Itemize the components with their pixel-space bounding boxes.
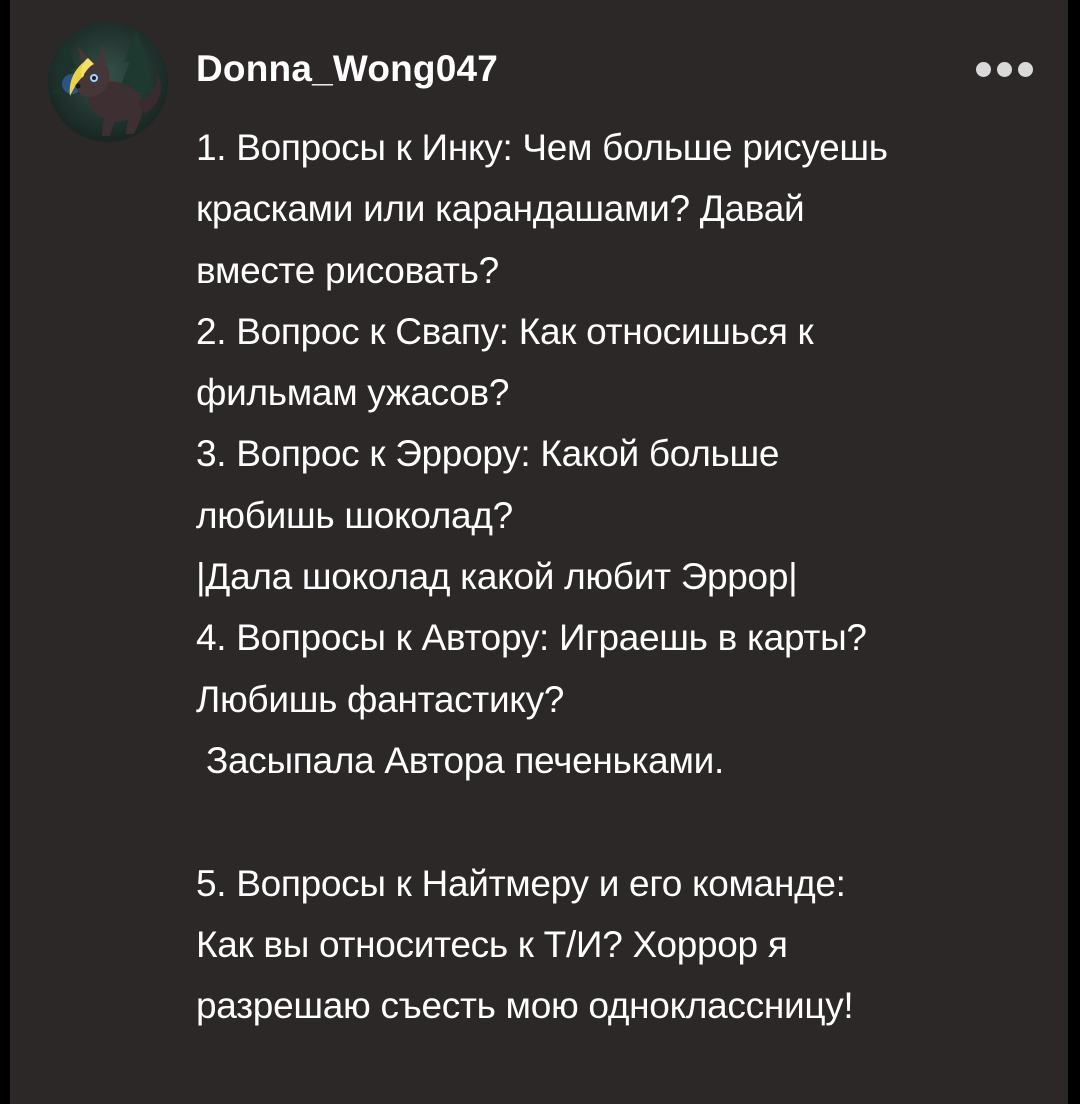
avatar[interactable]: [48, 22, 168, 142]
message-line: Как вы относитесь к Т/И? Хоррор я: [196, 923, 788, 965]
message-line: вместе рисовать?: [196, 249, 499, 291]
wolf-avatar-icon: [48, 22, 168, 142]
message-line: |Дала шоколад какой любит Эррор|: [196, 556, 798, 598]
message-line: красками или карандашами? Давай: [196, 188, 805, 230]
message-line: 5. Вопросы к Найтмеру и его команде:: [196, 862, 846, 904]
comment-card: Donna_Wong047 1. Вопросы к Инку: Чем бол…: [10, 0, 1068, 1104]
more-horizontal-icon: [1017, 61, 1033, 77]
message-line: 4. Вопросы к Автору: Играешь в карты?: [196, 617, 867, 659]
message-line: фильмам ужасов?: [196, 372, 510, 414]
message-line: 1. Вопросы к Инку: Чем больше рисуешь: [196, 127, 888, 168]
message-line: 2. Вопрос к Свапу: Как относишься к: [196, 310, 814, 352]
more-horizontal-icon: [996, 61, 1012, 77]
message-line: любишь шоколад?: [196, 494, 513, 536]
message-line: Любишь фантастику?: [196, 678, 565, 720]
more-options-button[interactable]: [964, 56, 1044, 82]
message-line: [196, 791, 1066, 852]
message-line: разрешаю съесть мою одноклассницу!: [196, 985, 854, 1027]
comment-message: 1. Вопросы к Инку: Чем больше рисуешь кр…: [196, 117, 1066, 1036]
more-horizontal-icon: [975, 61, 991, 77]
message-line: Засыпала Автора печеньками.: [196, 739, 724, 781]
screen-frame: Donna_Wong047 1. Вопросы к Инку: Чем бол…: [0, 0, 1080, 1104]
author-username[interactable]: Donna_Wong047: [196, 44, 498, 94]
message-line: 3. Вопрос к Эррору: Какой больше: [196, 433, 780, 475]
